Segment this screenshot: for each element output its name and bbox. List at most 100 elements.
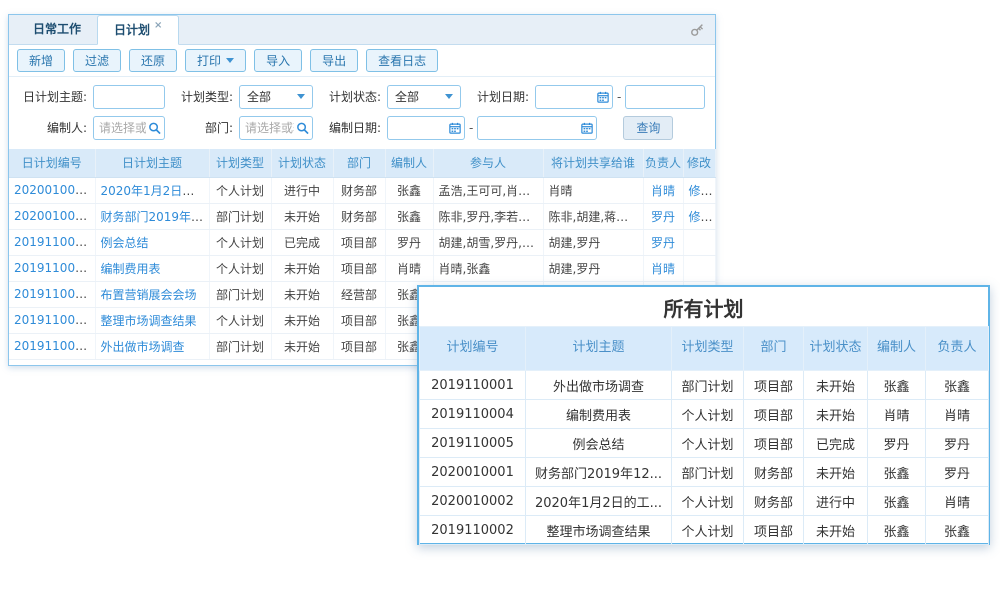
table-row[interactable]: 2020010001 财务部门2019年12月的... 部门计划 未开始 财务部… (9, 203, 715, 229)
tab-daily-plan[interactable]: 日计划× (97, 15, 179, 45)
plan-status-cell: 未开始 (804, 458, 868, 487)
participants-cell: 肖晴,张鑫 (433, 255, 543, 281)
plan-id-link[interactable]: 2020010002 (14, 183, 90, 197)
created-date-end-input[interactable] (478, 117, 596, 139)
modify-cell (683, 229, 715, 255)
creator-cell: 张鑫 (868, 371, 926, 400)
plan-subject-link[interactable]: 整理市场调查结果 (101, 314, 197, 328)
owner-cell: 罗丹 (926, 429, 989, 458)
plan-id-link[interactable]: 2020010001 (14, 209, 90, 223)
dept-cell: 财务部 (744, 458, 804, 487)
plan-id-cell: 2019110004 (420, 400, 526, 429)
new-button[interactable]: 新增 (17, 49, 65, 72)
plan-subject-link[interactable]: 2020年1月2日的工作日... (101, 184, 210, 198)
plan-id-link[interactable]: 2019110005 (14, 235, 90, 249)
key-icon[interactable] (690, 22, 705, 41)
modify-link[interactable]: 修改 (689, 210, 713, 224)
plan-subject-link[interactable]: 编制费用表 (101, 262, 161, 276)
plan-id-cell: 2020010002 (420, 487, 526, 516)
creator-cell: 张鑫 (868, 516, 926, 545)
view-log-button[interactable]: 查看日志 (366, 49, 438, 72)
modify-cell (683, 255, 715, 281)
column-header: 部门 (333, 149, 385, 177)
table-row: 2019110001 外出做市场调查 部门计划 项目部 未开始 张鑫 张鑫 (420, 371, 989, 400)
dept-label: 部门: (165, 119, 239, 136)
button-label: 还原 (141, 52, 165, 69)
creator-cell: 罗丹 (385, 229, 433, 255)
table-row: 2020010001 财务部门2019年12... 部门计划 财务部 未开始 张… (420, 458, 989, 487)
owner-link[interactable]: 罗丹 (651, 210, 675, 224)
date-separator: - (465, 121, 477, 135)
plan-id-link[interactable]: 2019110002 (14, 313, 90, 327)
table-row[interactable]: 2020010002 2020年1月2日的工作日... 个人计划 进行中 财务部… (9, 177, 715, 203)
print-button[interactable]: 打印 (185, 49, 246, 72)
plan-subject-link[interactable]: 财务部门2019年12月的... (101, 210, 210, 224)
dept-cell: 项目部 (333, 333, 385, 359)
creator-label: 编制人: (17, 119, 93, 136)
table-row[interactable]: 2019110004 编制费用表 个人计划 未开始 项目部 肖晴 肖晴,张鑫 胡… (9, 255, 715, 281)
dept-cell: 财务部 (333, 177, 385, 203)
calendar-icon[interactable] (597, 91, 609, 103)
plan-type-cell: 部门计划 (672, 458, 744, 487)
owner-cell: 肖晴 (926, 400, 989, 429)
column-header: 将计划共享给谁 (543, 149, 643, 177)
plan-status-cell: 未开始 (804, 516, 868, 545)
owner-link[interactable]: 肖晴 (651, 262, 675, 276)
search-button[interactable]: 查询 (623, 116, 673, 140)
import-button[interactable]: 导入 (254, 49, 302, 72)
desktop: 日常工作 日计划× 新增 过滤 还原 打印 导入 导出 查看日志 日计划主题: … (0, 0, 1000, 600)
shared-with-cell: 陈非,胡建,蒋德帧,... (543, 203, 643, 229)
plan-date-end-input[interactable] (626, 86, 704, 108)
column-header: 计划主题 (526, 327, 672, 371)
participants-cell: 陈非,罗丹,李若若,罗... (433, 203, 543, 229)
plan-id-cell: 2020010001 (420, 458, 526, 487)
shared-with-cell: 胡建,罗丹 (543, 255, 643, 281)
search-icon[interactable] (296, 121, 309, 134)
plan-id-cell: 2019110001 (420, 371, 526, 400)
plan-status-select[interactable]: 全部 (387, 85, 461, 109)
search-icon[interactable] (148, 121, 161, 134)
button-label: 过滤 (85, 52, 109, 69)
all-plans-table: 计划编号 计划主题 计划类型 部门 计划状态 编制人 负责人 201911000… (419, 326, 989, 545)
calendar-icon[interactable] (449, 122, 461, 134)
export-button[interactable]: 导出 (310, 49, 358, 72)
daily-plan-subject-input[interactable] (94, 86, 164, 108)
plan-subject-cell: 例会总结 (526, 429, 672, 458)
page-title: 所有计划 (419, 287, 988, 326)
button-label: 导入 (266, 52, 290, 69)
plan-status-label: 计划状态: (313, 88, 387, 105)
restore-button[interactable]: 还原 (129, 49, 177, 72)
plan-type-cell: 部门计划 (209, 333, 271, 359)
close-icon[interactable]: × (154, 20, 162, 31)
plan-id-link[interactable]: 2019110003 (14, 287, 90, 301)
plan-subject-link[interactable]: 布置营销展会会场 (101, 288, 197, 302)
plan-status-cell: 未开始 (271, 255, 333, 281)
plan-status-cell: 未开始 (271, 203, 333, 229)
plan-subject-cell: 编制费用表 (526, 400, 672, 429)
plan-type-select[interactable]: 全部 (239, 85, 313, 109)
select-value: 全部 (395, 88, 419, 105)
owner-cell: 张鑫 (926, 371, 989, 400)
all-plans-window: 所有计划 计划编号 计划主题 计划类型 部门 计划状态 编制人 负责人 2019… (417, 285, 990, 545)
participants-cell: 孟浩,王可可,肖晴,张鑫 (433, 177, 543, 203)
creator-cell: 张鑫 (385, 177, 433, 203)
plan-subject-link[interactable]: 外出做市场调查 (101, 340, 185, 354)
plan-id-link[interactable]: 2019110004 (14, 261, 90, 275)
owner-link[interactable]: 肖晴 (651, 184, 675, 198)
plan-status-cell: 已完成 (804, 429, 868, 458)
tab-daily-work[interactable]: 日常工作 (17, 15, 97, 44)
dept-cell: 项目部 (333, 255, 385, 281)
plan-subject-link[interactable]: 例会总结 (101, 236, 149, 250)
plan-id-link[interactable]: 2019110001 (14, 339, 90, 353)
table-row[interactable]: 2019110005 例会总结 个人计划 已完成 项目部 罗丹 胡建,胡雪,罗丹… (9, 229, 715, 255)
filter-button[interactable]: 过滤 (73, 49, 121, 72)
owner-link[interactable]: 罗丹 (651, 236, 675, 250)
modify-link[interactable]: 修改 (689, 184, 713, 198)
plan-type-cell: 部门计划 (672, 371, 744, 400)
select-value: 全部 (247, 88, 271, 105)
calendar-icon[interactable] (581, 122, 593, 134)
table-row: 2019110004 编制费用表 个人计划 项目部 未开始 肖晴 肖晴 (420, 400, 989, 429)
plan-date-label: 计划日期: (461, 88, 535, 105)
participants-cell: 胡建,胡雪,罗丹,任晓... (433, 229, 543, 255)
button-label: 查看日志 (378, 52, 426, 69)
